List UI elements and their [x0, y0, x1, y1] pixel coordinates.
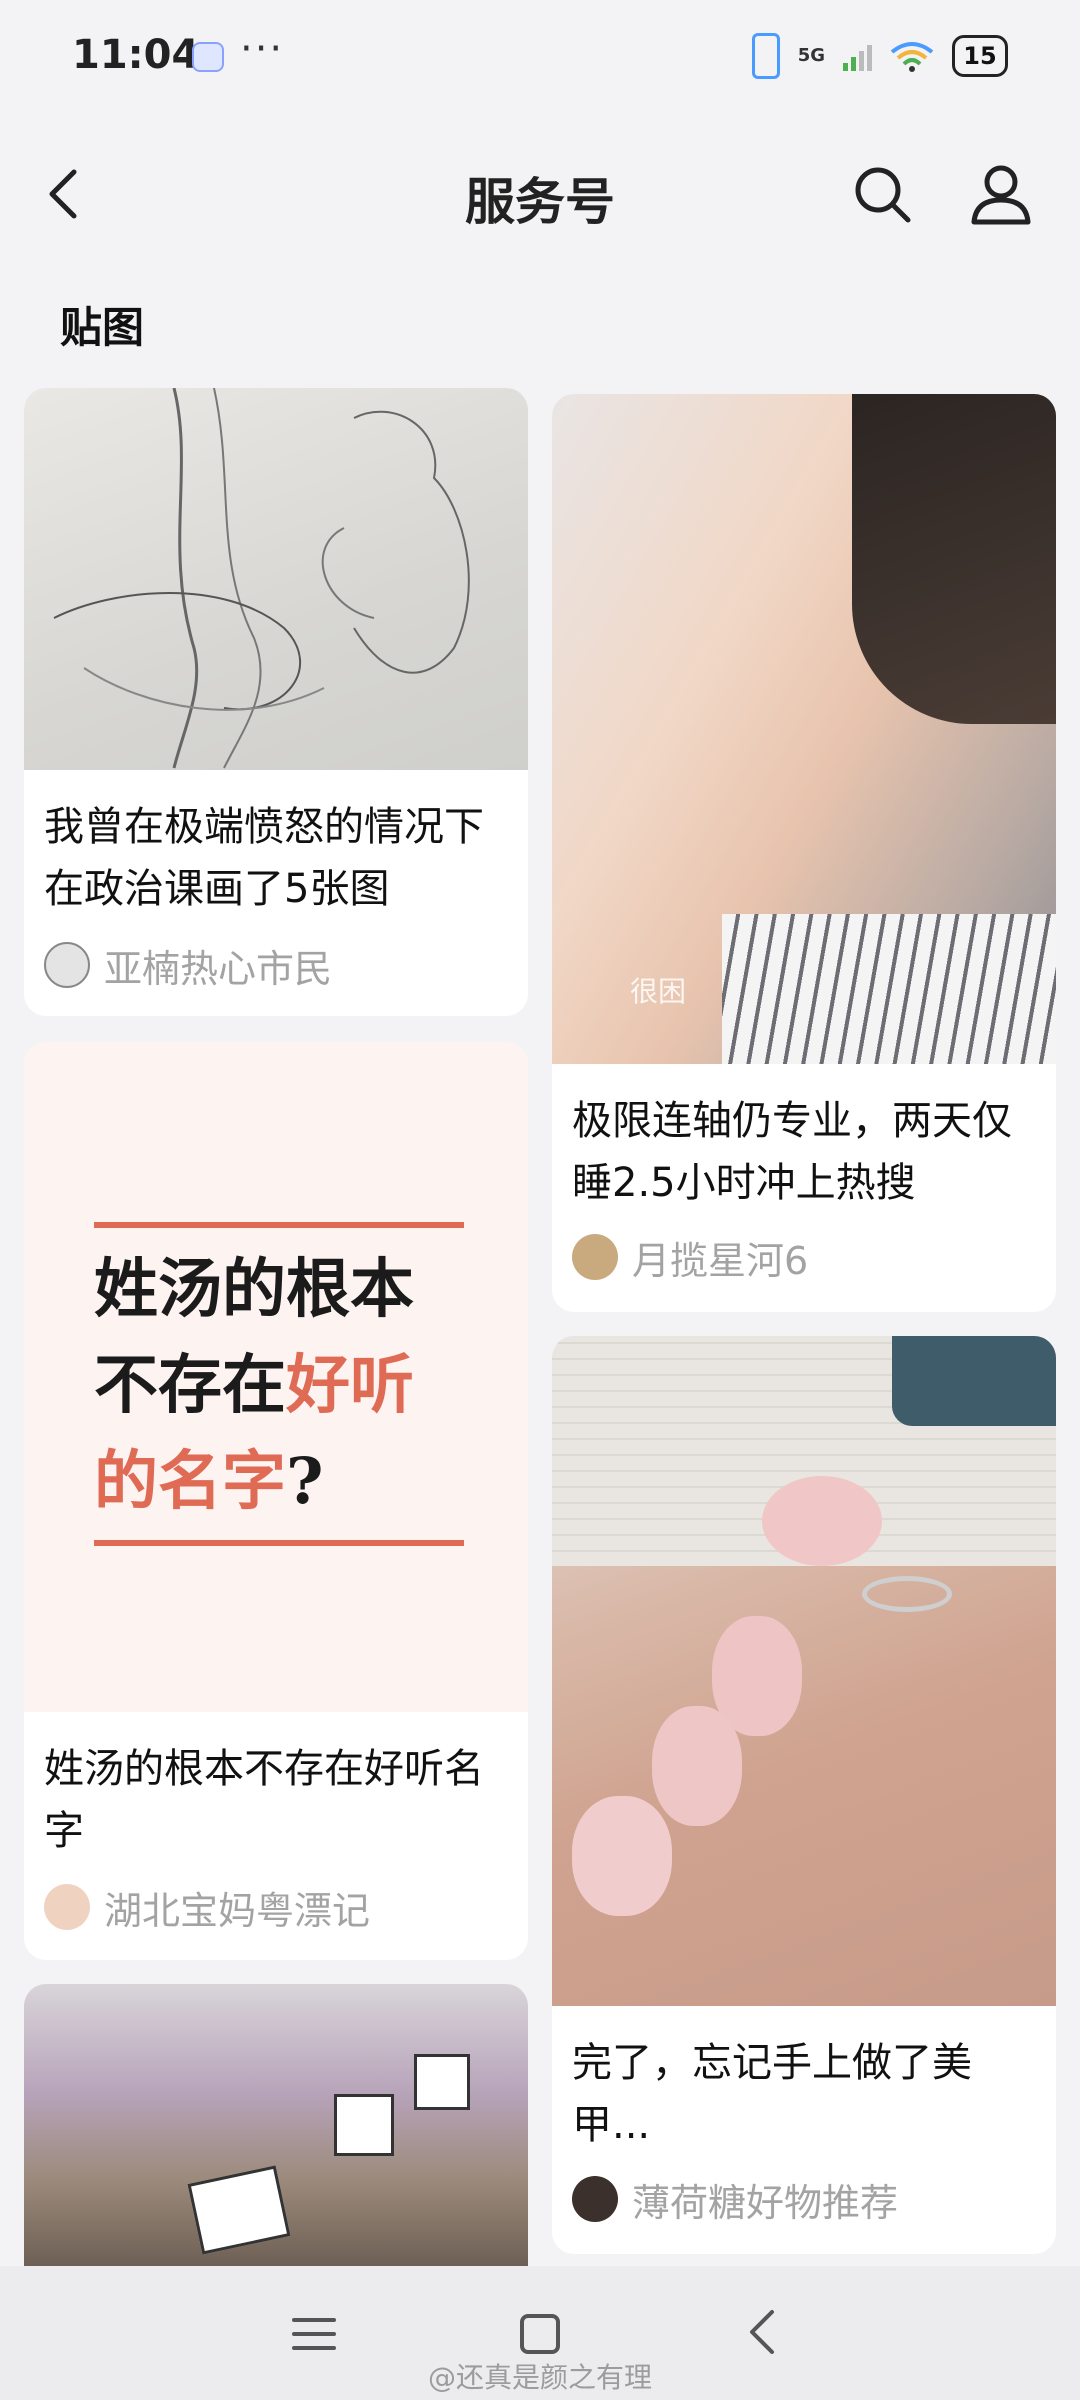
store-shelf-photo	[24, 1984, 528, 2266]
poster-line-3: 的名字?	[94, 1434, 324, 1530]
author-name: 月揽星河6	[632, 1238, 809, 1283]
nails-photo	[552, 1336, 1056, 2006]
post-card[interactable]	[24, 1984, 528, 2266]
vibrate-mode-icon	[751, 33, 780, 79]
nail	[572, 1796, 672, 1916]
text-poster-image: 姓汤的根本 不存在好听 的名字?	[24, 1042, 528, 1712]
image-overlay-text: 很困	[630, 975, 687, 1008]
post-card[interactable]: 很困 极限连轴仍专业，两天仅睡2.5小时冲上热搜 月揽星河6	[552, 394, 1056, 1312]
poster-line-2: 不存在好听	[94, 1338, 414, 1434]
post-title: 我曾在极端愤怒的情况下在政治课画了5张图	[44, 804, 484, 912]
status-bar: 11:04 ··· 5G 15	[0, 0, 1080, 110]
post-author[interactable]: 月揽星河6	[572, 1232, 809, 1283]
avatar	[572, 2176, 618, 2222]
poster-text-black: 不存在	[94, 1348, 286, 1423]
top-app-bar: 服务号	[0, 140, 1080, 250]
phone-object	[892, 1336, 1056, 1426]
nail	[762, 1476, 882, 1566]
post-title: 极限连轴仍专业，两天仅睡2.5小时冲上热搜	[572, 1098, 1012, 1206]
pencil-sketch-image	[24, 388, 528, 770]
post-author[interactable]: 湖北宝妈粤漂记	[44, 1882, 371, 1933]
battery-indicator: 15	[952, 35, 1008, 77]
poster-line-1: 姓汤的根本	[94, 1252, 414, 1327]
watermark: @还真是颜之有理	[427, 2361, 652, 2394]
post-card[interactable]: 完了，忘记手上做了美甲... 薄荷糖好物推荐	[552, 1336, 1056, 2254]
section-title: 贴图	[60, 303, 145, 352]
page-title: 服务号	[465, 173, 615, 231]
post-card[interactable]: 姓汤的根本 不存在好听 的名字? 姓汤的根本不存在好听名字 湖北宝妈粤漂记	[24, 1042, 528, 1960]
author-name: 薄荷糖好物推荐	[632, 2180, 899, 2225]
poster-top-rule	[94, 1222, 464, 1228]
search-icon[interactable]	[848, 160, 918, 230]
post-author[interactable]: 薄荷糖好物推荐	[572, 2174, 899, 2225]
poster-bottom-rule	[94, 1540, 464, 1546]
avatar	[572, 1234, 618, 1280]
post-title: 姓汤的根本不存在好听名字	[44, 1746, 484, 1854]
hair-shape	[852, 394, 1056, 724]
network-type: 5G	[797, 45, 825, 66]
poster-text-red: 好听	[286, 1348, 414, 1423]
striped-shirt	[722, 914, 1056, 1064]
wifi-icon	[890, 42, 934, 72]
signal-icon	[843, 41, 872, 71]
poster-text-red: 的名字	[94, 1444, 286, 1519]
status-time: 11:04	[72, 32, 200, 78]
notification-app-icon	[192, 42, 224, 72]
more-notifications-icon: ···	[240, 26, 285, 72]
poster-text-black: ?	[286, 1444, 324, 1519]
recents-menu-icon[interactable]	[284, 2304, 344, 2364]
sketch-lines	[53, 388, 470, 769]
post-card[interactable]: 我曾在极端愤怒的情况下在政治课画了5张图 亚楠热心市民	[24, 388, 528, 1016]
avatar	[44, 942, 90, 988]
nail	[652, 1706, 742, 1826]
author-name: 亚楠热心市民	[104, 946, 333, 991]
home-icon[interactable]	[510, 2304, 570, 2364]
portrait-photo: 很困	[552, 394, 1056, 1064]
post-author[interactable]: 亚楠热心市民	[44, 940, 333, 991]
profile-icon[interactable]	[966, 160, 1036, 230]
system-back-icon[interactable]	[734, 2302, 794, 2362]
ring	[862, 1576, 952, 1612]
price-tag	[187, 2165, 291, 2255]
post-title: 完了，忘记手上做了美甲...	[572, 2040, 972, 2148]
price-tag	[414, 2054, 470, 2110]
author-name: 湖北宝妈粤漂记	[104, 1888, 371, 1933]
price-tag	[334, 2094, 394, 2156]
avatar	[44, 1884, 90, 1930]
